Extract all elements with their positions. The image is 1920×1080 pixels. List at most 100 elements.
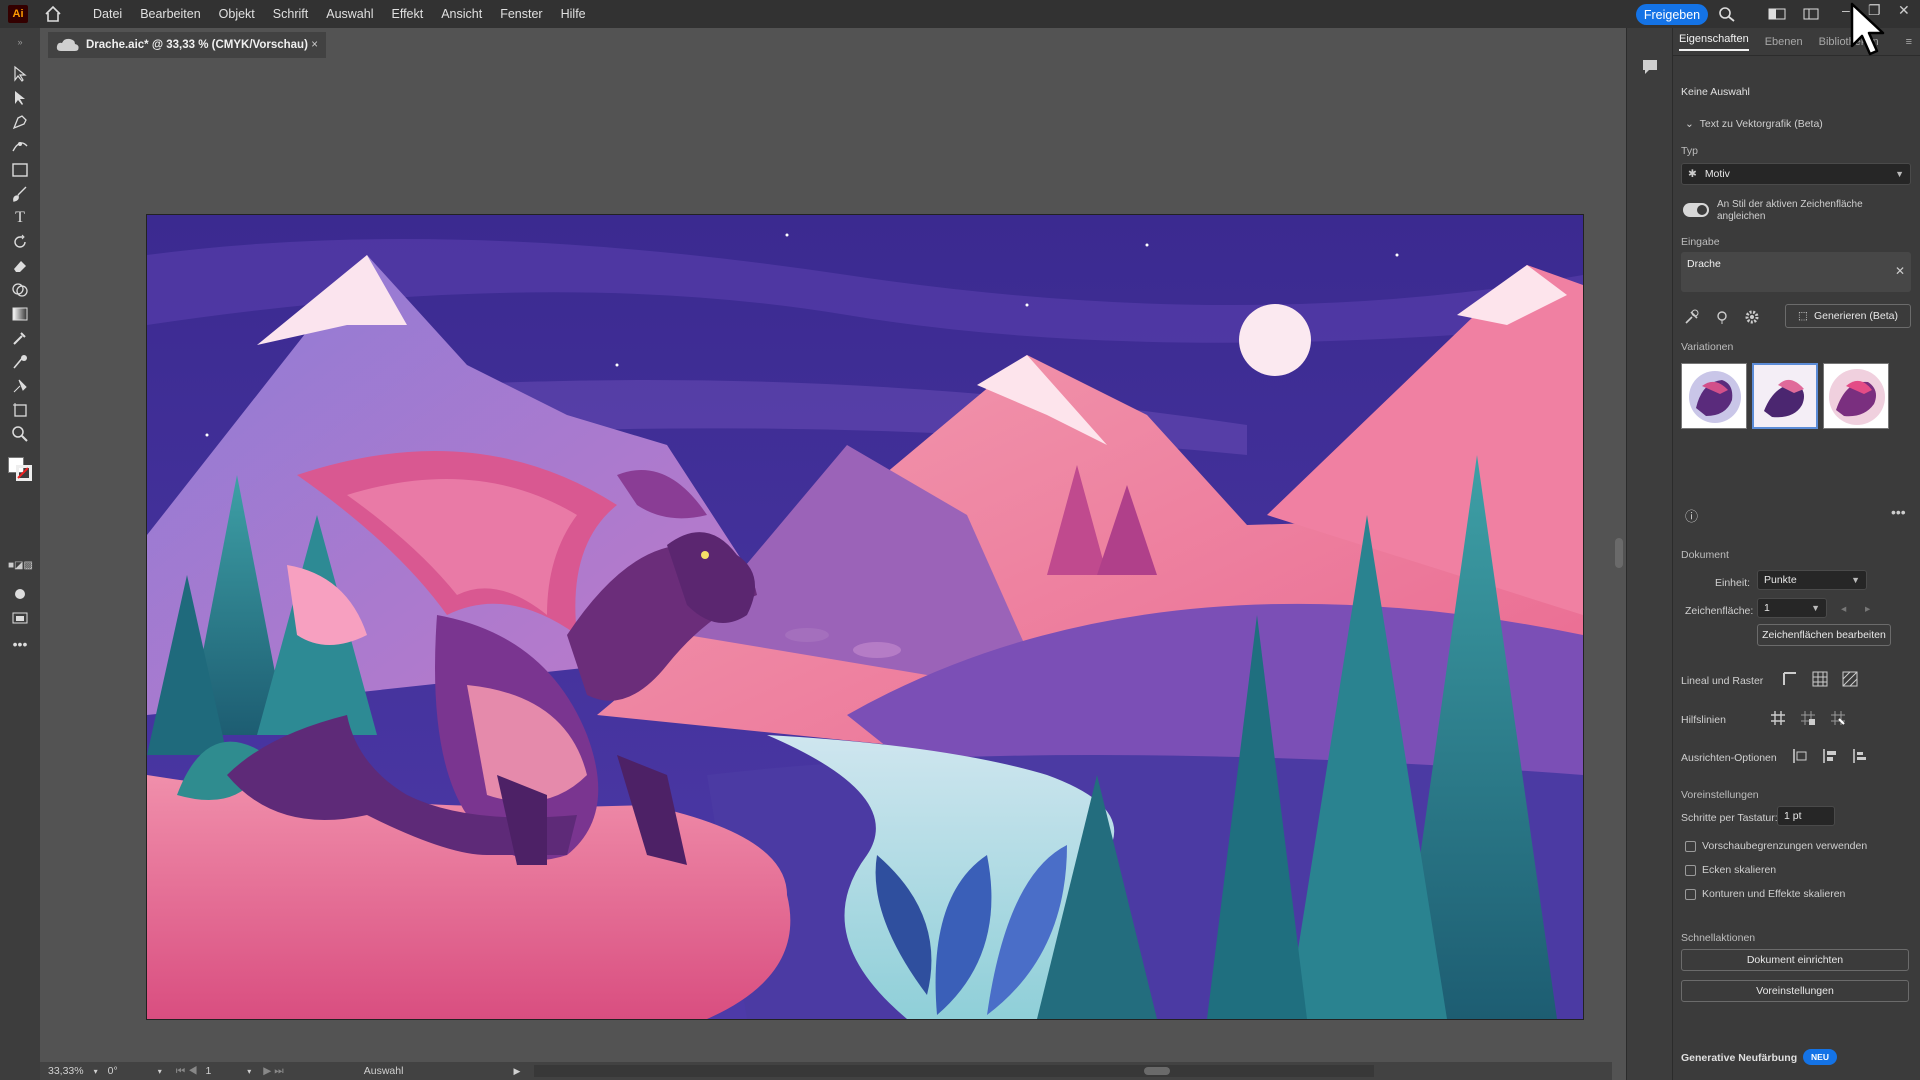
properties-panel: Eigenschaften Ebenen Bibliotheken ≡ Kein… — [1672, 28, 1920, 1080]
menu-object[interactable]: Objekt — [210, 7, 264, 21]
artboard-tool-icon[interactable] — [10, 400, 30, 420]
style-reference-icon[interactable] — [1683, 308, 1701, 326]
rotate-tool-icon[interactable] — [10, 232, 30, 252]
direct-selection-tool-icon[interactable] — [10, 88, 30, 108]
symbol-sprayer-tool-icon[interactable] — [10, 376, 30, 396]
variation-thumb-2[interactable] — [1752, 363, 1818, 429]
variation-thumb-3[interactable] — [1823, 363, 1889, 429]
unit-value: Punkte — [1764, 574, 1797, 586]
close-tab-icon[interactable]: × — [311, 39, 318, 51]
menu-select[interactable]: Auswahl — [317, 7, 382, 21]
artboard-next-icon[interactable]: ▸ — [1865, 603, 1870, 615]
blend-tool-icon[interactable] — [10, 352, 30, 372]
tab-properties[interactable]: Eigenschaften — [1679, 33, 1749, 51]
edit-artboards-button[interactable]: Zeichenflächen bearbeiten — [1757, 624, 1891, 646]
shape-builder-tool-icon[interactable] — [10, 280, 30, 300]
curvature-tool-icon[interactable] — [10, 136, 30, 156]
prompt-input[interactable]: Drache ✕ — [1681, 252, 1911, 292]
gradient-tool-icon[interactable] — [10, 304, 30, 324]
horizontal-scrollbar[interactable] — [534, 1065, 1375, 1077]
unit-dropdown[interactable]: Punkte ▼ — [1757, 570, 1867, 590]
eraser-tool-icon[interactable] — [10, 256, 30, 276]
preferences-header: Voreinstellungen — [1681, 789, 1759, 801]
info-icon[interactable]: ⓘ — [1685, 506, 1698, 525]
dragon-landscape-artwork — [147, 215, 1583, 1019]
h-scroll-thumb[interactable] — [1144, 1067, 1171, 1075]
match-style-toggle[interactable] — [1683, 203, 1709, 217]
panel-menu-icon[interactable]: ≡ — [1906, 36, 1912, 48]
more-options-icon[interactable]: ••• — [1891, 504, 1906, 520]
more-tools-icon[interactable]: ••• — [10, 634, 30, 654]
generate-icon: ⬚ — [1798, 310, 1808, 322]
grid-icon[interactable] — [1811, 670, 1829, 688]
type-dropdown[interactable]: ✱ Motiv ▼ — [1681, 163, 1911, 185]
last-artboard-icon[interactable]: ▶ ⏭ — [263, 1065, 283, 1078]
search-icon[interactable] — [1718, 6, 1736, 22]
ruler-icon[interactable] — [1781, 670, 1799, 688]
scale-corners-checkbox[interactable]: Ecken skalieren — [1685, 864, 1776, 876]
menu-help[interactable]: Hilfe — [552, 7, 595, 21]
status-arrow-icon[interactable]: ▶ — [513, 1066, 520, 1077]
home-icon[interactable] — [44, 5, 62, 23]
menu-edit[interactable]: Bearbeiten — [131, 7, 209, 21]
fill-stroke-swatch[interactable] — [8, 453, 34, 483]
variation-thumb-1[interactable] — [1681, 363, 1747, 429]
text-to-vector-header[interactable]: ⌄ Text zu Vektorgrafik (Beta) — [1685, 118, 1823, 130]
keyboard-increment-field[interactable]: 1 pt — [1777, 806, 1835, 826]
scale-strokes-effects-checkbox[interactable]: Konturen und Effekte skalieren — [1685, 888, 1845, 900]
generative-recolor-label[interactable]: Generative Neufärbung — [1681, 1052, 1797, 1064]
vertical-scrollbar[interactable] — [1612, 58, 1626, 1062]
selection-tool-icon[interactable] — [10, 64, 30, 84]
align-to-artboard-icon[interactable] — [1851, 747, 1869, 765]
artboard-dropdown[interactable]: 1 ▼ — [1757, 598, 1827, 618]
align-to-selection-icon[interactable] — [1791, 747, 1809, 765]
zoom-level[interactable]: 33,33% — [48, 1065, 84, 1077]
zoom-tool-icon[interactable] — [10, 424, 30, 444]
comments-icon[interactable] — [1641, 58, 1659, 76]
collapse-toolbar-icon[interactable]: » — [10, 32, 30, 52]
generate-button[interactable]: ⬚ Generieren (Beta) — [1785, 304, 1911, 328]
share-button[interactable]: Freigeben — [1636, 4, 1708, 25]
document-setup-button[interactable]: Dokument einrichten — [1681, 949, 1909, 971]
rotation-dropdown-icon[interactable]: ▾ — [158, 1067, 162, 1076]
effects-icon[interactable] — [1713, 308, 1731, 326]
menu-window[interactable]: Fenster — [491, 7, 551, 21]
align-to-key-object-icon[interactable] — [1821, 747, 1839, 765]
artboard-dropdown-icon[interactable]: ▾ — [247, 1067, 251, 1076]
artboard-label: Zeichenfläche: — [1685, 605, 1754, 617]
settings-gear-icon[interactable] — [1743, 308, 1761, 326]
scroll-thumb[interactable] — [1615, 538, 1623, 568]
menu-view[interactable]: Ansicht — [432, 7, 491, 21]
color-mode-icon[interactable]: ■◪▨ — [8, 560, 33, 571]
clear-prompt-icon[interactable]: ✕ — [1895, 264, 1905, 278]
lock-guides-icon[interactable] — [1799, 709, 1817, 727]
draw-mode-icon[interactable] — [10, 584, 30, 604]
zoom-dropdown-icon[interactable]: ▾ — [94, 1067, 98, 1076]
rotation-value[interactable]: 0° — [108, 1065, 118, 1077]
window-close-icon[interactable]: ✕ — [1898, 2, 1910, 19]
pen-tool-icon[interactable] — [10, 112, 30, 132]
cloud-document-icon — [56, 38, 79, 51]
artboard-prev-icon[interactable]: ◂ — [1841, 603, 1846, 615]
canvas-area[interactable] — [40, 58, 1612, 1062]
eyedropper-tool-icon[interactable] — [10, 328, 30, 348]
smart-guides-icon[interactable] — [1829, 709, 1847, 727]
transparency-grid-icon[interactable] — [1841, 670, 1859, 688]
show-guides-icon[interactable] — [1769, 709, 1787, 727]
menu-effect[interactable]: Effekt — [382, 7, 432, 21]
arrange-documents-icon[interactable] — [1802, 6, 1820, 22]
rectangle-tool-icon[interactable] — [10, 160, 30, 180]
document-tab[interactable]: Drache.aic* @ 33,33 % (CMYK/Vorschau) × — [48, 32, 326, 58]
preferences-button[interactable]: Voreinstellungen — [1681, 980, 1909, 1002]
workspace-icon[interactable] — [1768, 6, 1786, 22]
menu-file[interactable]: Datei — [84, 7, 131, 21]
artboard-number[interactable]: 1 — [205, 1065, 211, 1077]
use-preview-bounds-checkbox[interactable]: Vorschaubegrenzungen verwenden — [1685, 840, 1867, 852]
paintbrush-tool-icon[interactable] — [10, 184, 30, 204]
first-artboard-icon[interactable]: ⏮ ◀ — [176, 1065, 198, 1078]
tab-layers[interactable]: Ebenen — [1765, 36, 1803, 48]
menu-type[interactable]: Schrift — [264, 7, 317, 21]
type-tool-icon[interactable]: T — [10, 208, 30, 228]
artboard[interactable] — [147, 215, 1583, 1019]
screen-mode-icon[interactable] — [10, 608, 30, 628]
